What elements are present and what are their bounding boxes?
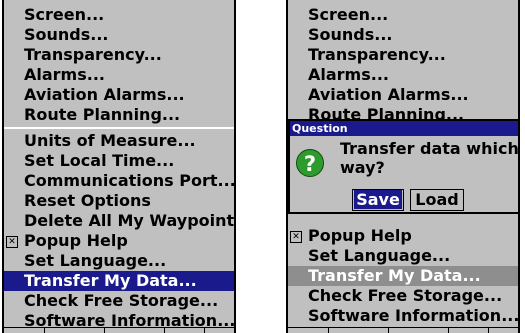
menu-item-software-information[interactable]: Software Information...	[288, 306, 518, 326]
popup-help-checkbox[interactable]: ✕	[6, 236, 18, 248]
menu-item-alarms[interactable]: Alarms...	[4, 65, 234, 85]
menu-item-alarms[interactable]: Alarms...	[288, 65, 518, 85]
bottom-tick-bar	[4, 327, 234, 333]
popup-help-checkbox[interactable]: ✕	[290, 231, 302, 243]
question-dialog: Question ? Transfer data which way? Save…	[288, 119, 519, 214]
setup-menu-with-dialog: Screen... Sounds... Transparency... Alar…	[288, 5, 518, 125]
menu-item-communications-port[interactable]: Communications Port...	[4, 171, 234, 191]
menu-item-check-free-storage[interactable]: Check Free Storage...	[288, 286, 518, 306]
question-icon: ?	[296, 149, 324, 177]
menu-item-route-planning[interactable]: Route Planning...	[4, 105, 234, 125]
menu-item-aviation-alarms[interactable]: Aviation Alarms...	[4, 85, 234, 105]
bottom-tick-bar	[288, 327, 518, 333]
menu-item-transparency[interactable]: Transparency...	[4, 45, 234, 65]
setup-menu: Screen... Sounds... Transparency... Alar…	[4, 5, 234, 331]
setup-menu-lower: ✕ Popup Help Set Language... Transfer My …	[288, 226, 518, 326]
load-button[interactable]: Load	[410, 189, 464, 211]
menu-item-sounds[interactable]: Sounds...	[4, 25, 234, 45]
menu-item-check-free-storage[interactable]: Check Free Storage...	[4, 291, 234, 311]
menu-item-transparency[interactable]: Transparency...	[288, 45, 518, 65]
menu-item-set-language[interactable]: Set Language...	[4, 251, 234, 271]
left-menu-panel: Screen... Sounds... Transparency... Alar…	[2, 0, 236, 333]
menu-item-set-language[interactable]: Set Language...	[288, 246, 518, 266]
menu-item-screen[interactable]: Screen...	[4, 5, 234, 25]
menu-item-screen[interactable]: Screen...	[288, 5, 518, 25]
menu-item-units-of-measure[interactable]: Units of Measure...	[4, 131, 234, 151]
right-menu-panel: Screen... Sounds... Transparency... Alar…	[286, 0, 520, 333]
menu-item-delete-all-waypoints[interactable]: Delete All My Waypoints	[4, 211, 234, 231]
dialog-message: Transfer data which way?	[340, 139, 519, 177]
save-button[interactable]: Save	[352, 189, 404, 211]
menu-item-popup-help[interactable]: ✕ Popup Help	[4, 231, 234, 251]
menu-item-popup-help[interactable]: ✕ Popup Help	[288, 226, 518, 246]
menu-item-aviation-alarms[interactable]: Aviation Alarms...	[288, 85, 518, 105]
dialog-title: Question	[290, 121, 518, 136]
menu-item-transfer-my-data[interactable]: Transfer My Data...	[288, 266, 518, 286]
menu-item-set-local-time[interactable]: Set Local Time...	[4, 151, 234, 171]
menu-item-sounds[interactable]: Sounds...	[288, 25, 518, 45]
menu-item-transfer-my-data[interactable]: Transfer My Data...	[4, 271, 234, 291]
menu-item-reset-options[interactable]: Reset Options	[4, 191, 234, 211]
